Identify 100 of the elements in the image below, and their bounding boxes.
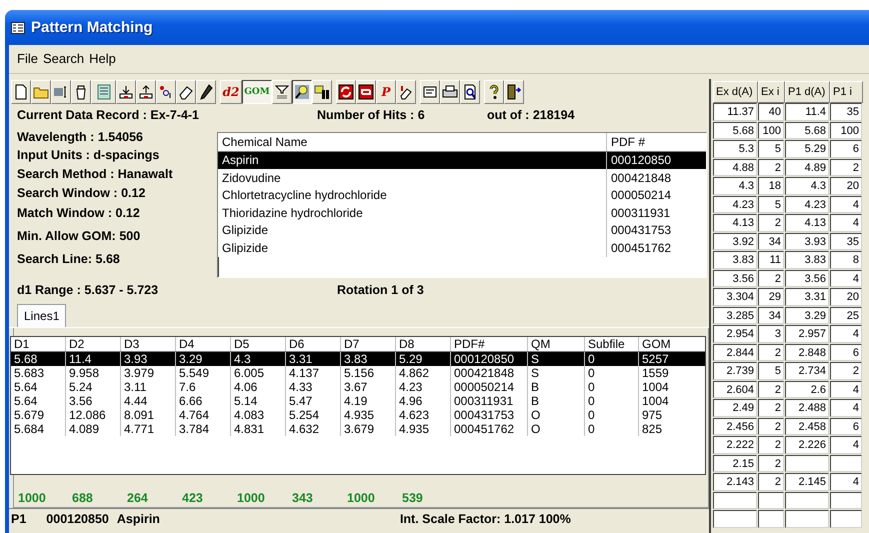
grid-cell: 2.739 xyxy=(713,362,757,380)
menu-item[interactable]: File xyxy=(17,51,38,67)
column-header: Subfile xyxy=(584,337,638,351)
column-header: D4 xyxy=(175,337,230,351)
table-cell: 4.3 xyxy=(230,352,285,366)
grid-cell: 2 xyxy=(830,362,862,380)
column-header: P1 i xyxy=(830,81,863,103)
table-cell: 000431753 xyxy=(450,408,527,422)
grid-cell: 4.88 xyxy=(713,158,757,176)
table-cell: 6.005 xyxy=(230,366,285,380)
grid-cell: 2.49 xyxy=(713,399,757,416)
table-cell: 0 xyxy=(584,422,638,436)
menu-item[interactable]: Help xyxy=(89,51,116,67)
text-field-icon xyxy=(53,84,69,100)
grid-cell: 5 xyxy=(758,362,784,380)
toolbar-button[interactable]: d2 xyxy=(220,80,242,104)
hit-row[interactable]: Aspirin 000120850 xyxy=(218,152,706,169)
table-cell: 4.23 xyxy=(395,380,450,394)
table-cell: 4.33 xyxy=(285,380,340,394)
grid-cell: 2.222 xyxy=(713,436,757,454)
grid-cell xyxy=(830,510,862,528)
table-cell: 1559 xyxy=(638,366,705,380)
grid-cell: 34 xyxy=(758,306,784,324)
table-cell: 0 xyxy=(584,408,638,422)
table-cell: 5.156 xyxy=(340,366,395,380)
table-cell: 3.679 xyxy=(340,422,395,436)
column-header: D2 xyxy=(65,337,120,351)
toolbar-button[interactable] xyxy=(292,80,312,104)
table-row[interactable]: 5.68 11.4 3.93 3.29 4.3 3.31 3.83 5.29 000120850 S 0 5257 xyxy=(11,352,705,366)
table-cell: 5.549 xyxy=(175,366,230,380)
table-cell: B xyxy=(527,394,584,408)
grid-cell: 2 xyxy=(830,158,862,176)
table-cell: 4.083 xyxy=(230,408,285,422)
table-cell: O xyxy=(527,408,584,422)
total-value: 688 xyxy=(71,491,94,505)
table-row[interactable]: 5.64 5.24 3.11 7.6 4.06 4.33 3.67 4.23 000050214 B 0 1004 xyxy=(11,380,705,394)
table-cell: 825 xyxy=(638,422,705,436)
d1-range-label: d1 Range : 5.637 - 5.723 xyxy=(17,283,160,297)
table-cell: 5.47 xyxy=(285,394,340,408)
grid-cell: 3.92 xyxy=(713,232,757,250)
table-row[interactable]: 5.64 3.56 4.44 6.66 5.14 5.47 4.19 4.96 000311931 B 0 1004 xyxy=(11,394,705,408)
app-icon xyxy=(11,22,25,34)
grid-cell xyxy=(785,510,829,528)
column-header: D5 xyxy=(230,337,285,351)
table-cell: 3.93 xyxy=(120,352,175,366)
grid-cell: 4 xyxy=(830,325,862,342)
scale-factor-label: Int. Scale Factor: 1.017 100% xyxy=(400,512,571,526)
chemical-name: Aspirin xyxy=(221,153,260,168)
tab[interactable]: Lines1 xyxy=(17,304,66,327)
print-preview-icon xyxy=(462,84,478,100)
grid-cell: 2 xyxy=(758,399,784,416)
grid-cell: 5.68 xyxy=(785,122,829,139)
table-cell: 12.086 xyxy=(65,408,120,422)
table-cell: 3.67 xyxy=(340,380,395,394)
table-row[interactable]: 5.684 4.089 4.771 3.784 4.831 4.632 3.679 4.935 000451762 O 0 825 xyxy=(11,422,705,436)
grid-cell: 4.13 xyxy=(785,214,829,232)
grid-cell: 3.29 xyxy=(785,306,829,324)
new-document-icon xyxy=(13,84,29,100)
grid-cell: 4 xyxy=(830,473,862,490)
grid-cell xyxy=(830,492,862,509)
grid-cell: 40 xyxy=(758,103,784,120)
hits-count-label: Number of Hits : 6 xyxy=(317,108,426,124)
pencil-icon xyxy=(198,84,214,100)
toolbar-button[interactable]: P xyxy=(376,80,396,104)
parameter-label: Wavelength : 1.54056 xyxy=(17,128,144,146)
grid-cell: 2 xyxy=(758,454,784,472)
menu-item[interactable]: Search xyxy=(42,51,84,67)
grid-cell xyxy=(713,510,757,528)
grid-cell: 4.89 xyxy=(785,158,829,176)
grid-cell: 100 xyxy=(830,122,862,139)
table-row[interactable]: 5.679 12.086 8.091 4.764 4.083 5.254 4.935 4.623 000431753 O 0 975 xyxy=(11,408,705,422)
grid-cell: 2.143 xyxy=(713,473,757,490)
grid-cell: 2.734 xyxy=(785,362,829,380)
grid-cell: 4 xyxy=(830,270,862,287)
table-cell: 000311931 xyxy=(450,394,527,408)
magnifier-icon xyxy=(294,84,310,100)
chemical-name: Thioridazine hydrochloride xyxy=(221,206,364,220)
current-record-label: Current Data Record : Ex-7-4-1 xyxy=(17,108,200,124)
document-icon xyxy=(422,84,438,100)
parameter-label: Min. Allow GOM: 500 xyxy=(17,228,142,245)
grid-cell: 5.29 xyxy=(785,140,829,158)
table-row[interactable]: 5.683 9.958 3.979 5.549 6.005 4.137 5.156 4.862 000421848 S 0 1559 xyxy=(11,366,705,380)
grid-cell: 4 xyxy=(830,399,862,416)
table-cell: 1004 xyxy=(638,380,705,394)
grid-cell: 4.23 xyxy=(785,196,829,213)
eraser-icon xyxy=(398,84,414,100)
toolbar-button[interactable]: GOM xyxy=(242,80,272,104)
grid-cell: 2.145 xyxy=(785,473,829,490)
grid-cell: 4 xyxy=(830,380,862,398)
column-header: Chemical Name xyxy=(221,134,308,149)
table-cell: 4.632 xyxy=(285,422,340,436)
table-cell: B xyxy=(527,380,584,394)
total-value: 1000 xyxy=(236,491,266,505)
column-header: D6 xyxy=(285,337,340,351)
table-cell: 5.254 xyxy=(285,408,340,422)
table-cell-text: 5.684 xyxy=(13,422,46,436)
grid-cell: 11.4 xyxy=(785,103,829,120)
grid-cell: 3.83 xyxy=(785,251,829,268)
grid-cell: 5.3 xyxy=(713,140,757,158)
table-cell: 4.06 xyxy=(230,380,285,394)
